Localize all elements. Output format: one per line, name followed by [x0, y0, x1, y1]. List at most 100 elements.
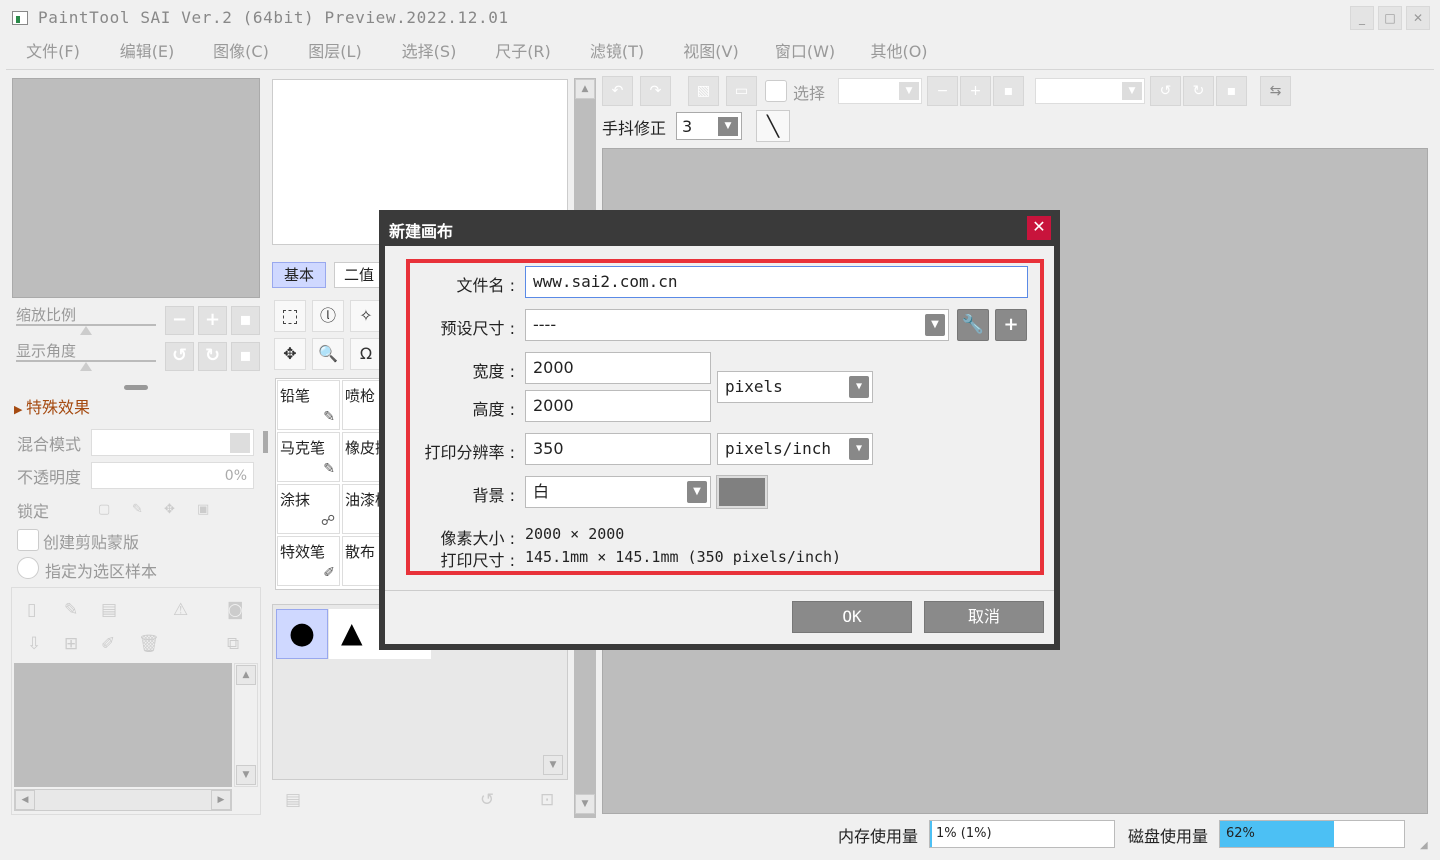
rotate-right-button[interactable]: ↻	[198, 342, 227, 371]
selection-source-checkbox[interactable]	[17, 557, 39, 579]
menu-ruler[interactable]: 尺子(R)	[476, 36, 570, 69]
minimize-button[interactable]: _	[1350, 6, 1374, 30]
shape-scroll-down-button[interactable]: ▼	[543, 755, 563, 775]
scroll-up-button[interactable]: ▲	[236, 665, 256, 685]
menu-select[interactable]: 选择(S)	[382, 36, 476, 69]
resize-grip-icon[interactable]: ◢	[1420, 840, 1428, 851]
preset-select[interactable]: ---- ▼	[525, 309, 949, 341]
scroll-down-button[interactable]: ▼	[236, 765, 256, 785]
lock-transparency-icon[interactable]: ▢	[98, 502, 110, 517]
height-input[interactable]: 2000	[525, 390, 711, 422]
layer-list-hscrollbar[interactable]	[14, 789, 232, 811]
rotate-left-button[interactable]: ↺	[165, 342, 194, 371]
brush-smudge[interactable]: 涂抹 ☍	[277, 484, 340, 534]
new-folder-icon[interactable]: ▤	[101, 600, 117, 620]
line-tool-icon[interactable]: ╲	[756, 110, 790, 142]
menu-file[interactable]: 文件(F)	[6, 36, 100, 69]
save-tool-icon[interactable]: ⊡	[540, 790, 554, 810]
maximize-button[interactable]: □	[1378, 6, 1402, 30]
dialog-close-button[interactable]: ✕	[1027, 216, 1051, 240]
clear-layer-icon[interactable]: ✐	[101, 634, 115, 654]
rotate-reset-button[interactable]: ▪	[231, 342, 260, 371]
magic-wand-icon[interactable]: ✧	[350, 300, 382, 332]
background-select[interactable]: 白 ▼	[525, 476, 711, 508]
lock-move-icon[interactable]: ✥	[164, 502, 175, 517]
lock-paint-icon[interactable]: ✎	[132, 502, 143, 517]
tab-basic[interactable]: 基本	[272, 262, 326, 288]
tab-binary[interactable]: 二值	[334, 262, 384, 288]
rect-select-icon[interactable]	[274, 300, 306, 332]
brush-effect-pen[interactable]: 特效笔 ✐	[277, 536, 340, 586]
zoom-in-button[interactable]: +	[198, 306, 227, 335]
panel-scroll-up-button[interactable]: ▲	[575, 79, 595, 99]
scroll-right-button[interactable]: ▶	[211, 790, 231, 810]
rotate-view-icon[interactable]: Ω	[350, 338, 382, 370]
lock-all-icon[interactable]: ▣	[197, 502, 209, 517]
blend-mode-select[interactable]	[91, 429, 254, 456]
move-icon[interactable]: ✥	[274, 338, 306, 370]
navigator-preview[interactable]	[12, 78, 260, 298]
stabilizer-select[interactable]: 3 ▼	[676, 112, 742, 140]
filename-input[interactable]: www.sai2.com.cn	[525, 266, 1028, 298]
menu-layer[interactable]: 图层(L)	[288, 36, 382, 69]
panel-resize-grip[interactable]	[124, 385, 148, 390]
menu-window[interactable]: 窗口(W)	[758, 36, 852, 69]
lasso-icon[interactable]: ⓛ	[312, 300, 344, 332]
close-window-button[interactable]: ✕	[1406, 6, 1430, 30]
redo-icon[interactable]: ↷	[640, 76, 671, 106]
clip-mask-checkbox[interactable]	[17, 529, 39, 551]
circle-tip-icon[interactable]: ●	[276, 609, 328, 659]
scroll-left-button[interactable]: ◀	[15, 790, 35, 810]
menu-image[interactable]: 图像(C)	[194, 36, 288, 69]
apply-effect-icon[interactable]: ⚠	[173, 600, 188, 620]
angle-select[interactable]: ▼	[1035, 78, 1145, 104]
duplicate-icon[interactable]: ⧉	[227, 634, 239, 654]
background-color-swatch[interactable]	[716, 475, 768, 509]
add-preset-icon[interactable]: +	[995, 309, 1027, 341]
brush-pencil[interactable]: 铅笔 ✎	[277, 380, 340, 430]
trash-icon[interactable]: 🗑	[138, 634, 160, 654]
merge-down-icon[interactable]: ⊞	[64, 634, 78, 654]
zoom-icon[interactable]: 🔍	[312, 338, 344, 370]
brush-marker[interactable]: 马克笔 ✎	[277, 432, 340, 482]
chevron-down-icon: ▼	[925, 314, 945, 336]
panel-splitter[interactable]	[263, 431, 268, 453]
zoom-reset-button[interactable]: ▪	[231, 306, 260, 335]
menu-filter[interactable]: 滤镜(T)	[570, 36, 664, 69]
tool-settings-icon[interactable]: ▤	[285, 790, 301, 810]
zoom-in-icon[interactable]: +	[960, 76, 991, 106]
select-checkbox[interactable]	[765, 80, 787, 102]
rotate-reset-icon[interactable]: ▪	[1216, 76, 1247, 106]
rotate-ccw-icon[interactable]: ↺	[1150, 76, 1181, 106]
zoom-out-icon[interactable]: −	[927, 76, 958, 106]
mask-layer-icon[interactable]: ◙	[227, 600, 244, 620]
opacity-input[interactable]: 0%	[91, 462, 254, 489]
new-layer-icon[interactable]: ▯	[27, 600, 36, 620]
angle-slider-thumb[interactable]	[80, 362, 92, 371]
cancel-button[interactable]: 取消	[924, 601, 1044, 633]
width-input[interactable]: 2000	[525, 352, 711, 384]
panel-scroll-down-button[interactable]: ▼	[575, 794, 595, 814]
zoom-select[interactable]: ▼	[838, 78, 922, 104]
zoom-reset-icon[interactable]: ▪	[993, 76, 1024, 106]
reset-tool-icon[interactable]: ↺	[480, 790, 494, 810]
transfer-down-icon[interactable]: ⇩	[27, 634, 41, 654]
resolution-unit-select[interactable]: pixels/inch ▼	[717, 433, 873, 465]
rotate-cw-icon[interactable]: ↻	[1183, 76, 1214, 106]
menu-view[interactable]: 视图(V)	[664, 36, 758, 69]
ok-button[interactable]: OK	[792, 601, 912, 633]
flip-icon[interactable]: ⇆	[1260, 76, 1291, 106]
menu-edit[interactable]: 编辑(E)	[100, 36, 194, 69]
resolution-input[interactable]: 350	[525, 433, 711, 465]
menu-other[interactable]: 其他(O)	[852, 36, 946, 69]
invert-selection-icon[interactable]: ▭	[726, 76, 757, 106]
deselect-icon[interactable]: ▧	[688, 76, 719, 106]
zoom-slider-thumb[interactable]	[80, 326, 92, 335]
wrench-icon[interactable]: 🔧	[957, 309, 989, 341]
size-unit-select[interactable]: pixels ▼	[717, 371, 873, 403]
undo-icon[interactable]: ↶	[602, 76, 633, 106]
layer-list[interactable]	[14, 663, 232, 787]
effects-section-toggle[interactable]: ▶ 特殊效果	[14, 394, 90, 418]
zoom-out-button[interactable]: −	[165, 306, 194, 335]
new-linework-layer-icon[interactable]: ✎	[64, 600, 78, 620]
